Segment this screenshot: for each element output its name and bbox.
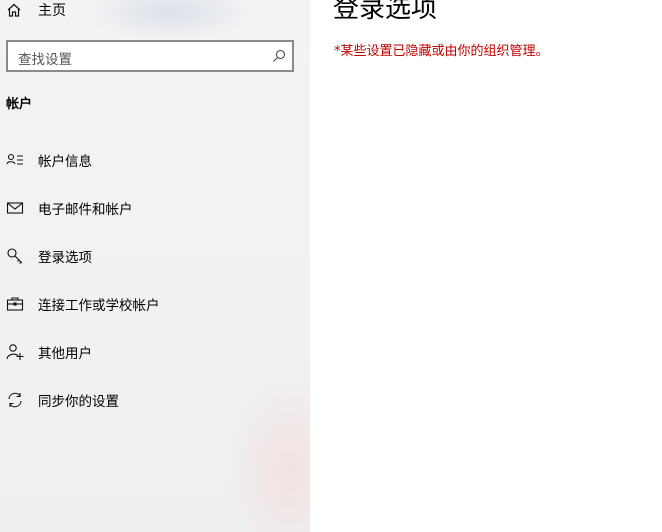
search-placeholder: 查找设置 — [18, 52, 72, 68]
sidebar-item-label: 其他用户 — [38, 346, 92, 362]
sidebar-item-work-school[interactable]: 连接工作或学校帐户 — [6, 292, 160, 316]
home-icon — [6, 2, 22, 18]
section-title: 帐户 — [6, 97, 33, 112]
account-info-icon — [6, 151, 24, 169]
mail-icon — [6, 199, 24, 217]
sync-icon — [6, 391, 24, 409]
sidebar: 主页 查找设置 帐户 帐户信息 电子邮件和帐户 登录选项 连接工作或学校帐户 其… — [0, 0, 310, 532]
briefcase-icon — [6, 295, 24, 313]
sidebar-item-label: 帐户信息 — [38, 154, 92, 170]
sidebar-item-label: 连接工作或学校帐户 — [38, 298, 160, 314]
sidebar-item-label: 同步你的设置 — [38, 394, 119, 410]
sidebar-item-label: 登录选项 — [38, 250, 92, 266]
search-input[interactable]: 查找设置 — [6, 40, 294, 72]
home-label: 主页 — [38, 3, 66, 19]
sidebar-item-sign-in-options[interactable]: 登录选项 — [6, 244, 92, 268]
key-icon — [6, 247, 24, 265]
sidebar-item-email[interactable]: 电子邮件和帐户 — [6, 196, 133, 220]
home-nav-item[interactable]: 主页 — [6, 0, 66, 20]
sidebar-item-other-users[interactable]: 其他用户 — [6, 340, 92, 364]
sidebar-item-account-info[interactable]: 帐户信息 — [6, 148, 92, 172]
add-user-icon — [6, 343, 24, 361]
sidebar-item-sync-settings[interactable]: 同步你的设置 — [6, 388, 119, 412]
policy-notice: *某些设置已隐藏或由你的组织管理。 — [334, 44, 549, 59]
sidebar-item-label: 电子邮件和帐户 — [38, 202, 133, 218]
page-title: 登录选项 — [333, 0, 438, 24]
search-icon[interactable] — [272, 48, 286, 62]
